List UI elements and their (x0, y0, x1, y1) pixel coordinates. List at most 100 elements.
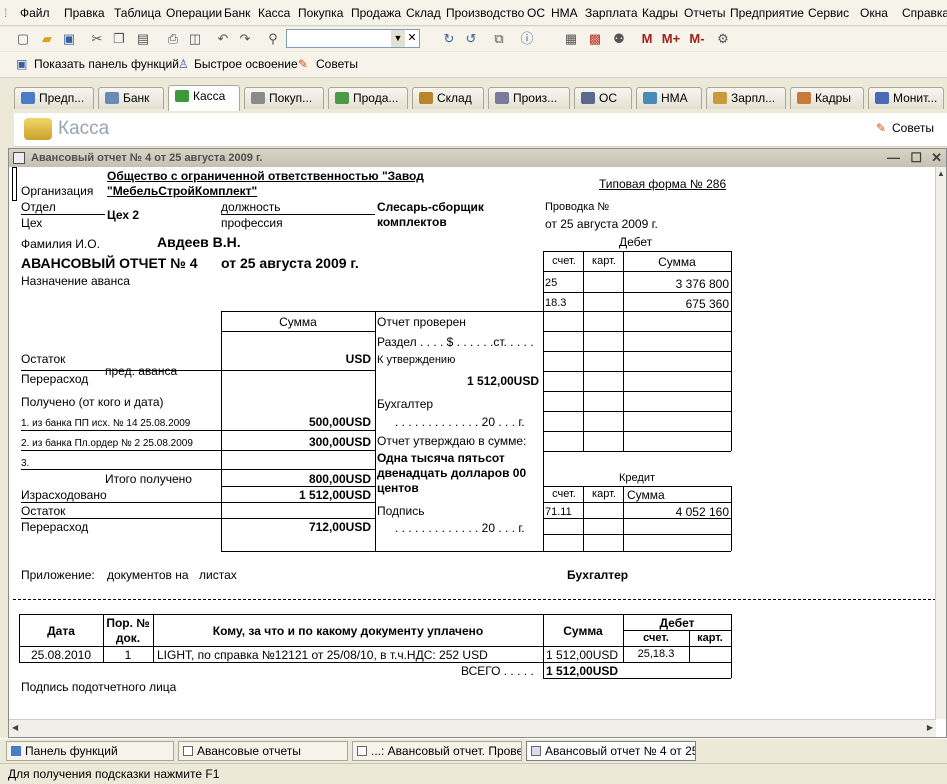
divider (21, 469, 375, 470)
settings-icon[interactable]: ⚙ (714, 30, 732, 48)
divider (623, 251, 624, 451)
tab-salary[interactable]: Зарпл... (706, 87, 786, 109)
section-tips-button[interactable]: Советы (892, 121, 934, 135)
tab-monitor[interactable]: Монит... (868, 87, 944, 109)
received-label: Получено (от кого и дата) (21, 395, 164, 409)
divider (543, 502, 731, 503)
find-prev-icon[interactable]: ↺ (462, 30, 480, 48)
task-advance-report-check[interactable]: ...: Авансовый отчет. Прове... (352, 741, 522, 761)
menu-warehouse[interactable]: Склад (406, 6, 441, 20)
print-preview-icon[interactable]: ◫ (186, 30, 204, 48)
tips-button[interactable]: Советы (316, 57, 358, 71)
scroll-left-icon[interactable]: ◀ (12, 723, 18, 732)
tab-label: ОС (599, 91, 617, 105)
attachment-sheets: листах (199, 568, 237, 582)
tab-sale[interactable]: Прода... (328, 87, 408, 109)
memory-button[interactable]: M (638, 30, 656, 48)
undo-icon[interactable]: ↶ (214, 30, 232, 48)
task-advance-report-4[interactable]: Авансовый отчет № 4 от 25... (526, 741, 696, 761)
menu-windows[interactable]: Окна (860, 6, 888, 20)
search-input[interactable]: ▼ ✕ (286, 29, 420, 48)
new-document-icon[interactable]: ▢ (14, 30, 32, 48)
menu-sale[interactable]: Продажа (351, 6, 401, 20)
divider (543, 271, 731, 272)
menu-table[interactable]: Таблица (114, 6, 161, 20)
horizontal-scrollbar[interactable]: ◀ ▶ (9, 719, 936, 737)
scroll-right-icon[interactable]: ▶ (927, 723, 933, 732)
dropdown-arrow-icon[interactable]: ▼ (391, 30, 405, 47)
attachment-text: документов на (107, 568, 189, 582)
vertical-scrollbar[interactable]: ▲ (935, 167, 946, 719)
print-icon[interactable]: ⎙ (164, 30, 182, 48)
tab-purchase[interactable]: Покуп... (244, 87, 324, 109)
minimize-icon[interactable]: — (887, 149, 900, 167)
maximize-icon[interactable]: ☐ (910, 149, 922, 167)
tab-warehouse[interactable]: Склад (412, 87, 484, 109)
menu-purchase[interactable]: Покупка (298, 6, 343, 20)
document-icon (13, 152, 25, 164)
info-icon[interactable]: ⓘ (518, 30, 536, 48)
tab-os[interactable]: ОС (574, 87, 632, 109)
main-toolbar: ▢ ▰ ▣ ✂ ❐ ▤ ⎙ ◫ ↶ ↷ ⚲ ▼ ✕ ↻ ↺ ⧉ ⓘ ▦ ▩ ⚉ … (0, 27, 947, 51)
menu-reports[interactable]: Отчеты (684, 6, 725, 20)
lower-header-desc: Кому, за что и по какому документу уплач… (212, 624, 484, 638)
menu-production[interactable]: Производство (446, 6, 524, 20)
clear-icon[interactable]: ✕ (405, 30, 419, 47)
lower-row-sum: 1 512,00USD (546, 648, 619, 662)
menu-nma[interactable]: НМА (551, 6, 578, 20)
divider (731, 614, 732, 678)
calendar-icon[interactable]: ▩ (586, 30, 604, 48)
menu-help[interactable]: Справка (902, 6, 947, 20)
calculator-icon[interactable]: ▦ (562, 30, 580, 48)
save-icon[interactable]: ▣ (60, 30, 78, 48)
users-icon[interactable]: ⚉ (610, 30, 628, 48)
menu-os[interactable]: ОС (527, 6, 545, 20)
quick-learn-button[interactable]: Быстрое освоение (194, 57, 298, 71)
menu-service[interactable]: Сервис (808, 6, 849, 20)
report-date: от 25 августа 2009 г. (221, 255, 359, 271)
menu-edit[interactable]: Правка (64, 6, 105, 20)
tab-label: Предп... (39, 91, 85, 105)
memory-minus-button[interactable]: M- (686, 30, 708, 48)
divider (543, 518, 731, 519)
cut-icon[interactable]: ✂ (88, 30, 106, 48)
copy-icon[interactable]: ❐ (110, 30, 128, 48)
task-functions-panel[interactable]: Панель функций (6, 741, 174, 761)
scroll-up-icon[interactable]: ▲ (937, 169, 945, 178)
fio-label: Фамилия И.О. (21, 237, 100, 251)
status-bar: Для получения подсказки нажмите F1 (0, 763, 947, 784)
debit-label: Дебет (619, 235, 653, 249)
tab-hr[interactable]: Кадры (790, 87, 864, 109)
window-taskbar: Панель функций Авансовые отчеты ...: Ава… (0, 738, 947, 762)
close-icon[interactable]: ✕ (931, 149, 942, 167)
tab-production[interactable]: Произ... (488, 87, 570, 109)
tab-nma[interactable]: НМА (636, 87, 702, 109)
tab-label: Монит... (893, 91, 938, 105)
paste-icon[interactable]: ▤ (134, 30, 152, 48)
find-next-icon[interactable]: ↻ (440, 30, 458, 48)
menu-salary[interactable]: Зарплата (585, 6, 638, 20)
menu-cash[interactable]: Касса (258, 6, 290, 20)
menu-enterprise[interactable]: Предприятие (730, 6, 804, 20)
search-icon[interactable]: ⚲ (264, 30, 282, 48)
window-icon[interactable]: ⧉ (490, 30, 508, 48)
divider (153, 614, 154, 662)
task-advance-reports[interactable]: Авансовые отчеты (178, 741, 348, 761)
tab-bank[interactable]: Банк (98, 87, 164, 109)
tab-label: Покуп... (269, 91, 313, 105)
divider (21, 370, 375, 371)
menu-hr[interactable]: Кадры (642, 6, 678, 20)
open-folder-icon[interactable]: ▰ (38, 30, 56, 48)
redo-icon[interactable]: ↷ (236, 30, 254, 48)
attachment-label: Приложение: (21, 568, 95, 582)
menu-bank[interactable]: Банк (224, 6, 250, 20)
show-functions-panel-button[interactable]: Показать панель функций (34, 57, 179, 71)
hr-icon (797, 92, 811, 104)
memory-plus-button[interactable]: M+ (660, 30, 682, 48)
menu-operations[interactable]: Операции (166, 6, 222, 20)
menu-file[interactable]: Файл (20, 6, 50, 20)
divider (543, 678, 731, 679)
tab-cash[interactable]: Касса (168, 85, 240, 111)
tab-enterprise[interactable]: Предп... (14, 87, 94, 109)
divider (543, 431, 731, 432)
